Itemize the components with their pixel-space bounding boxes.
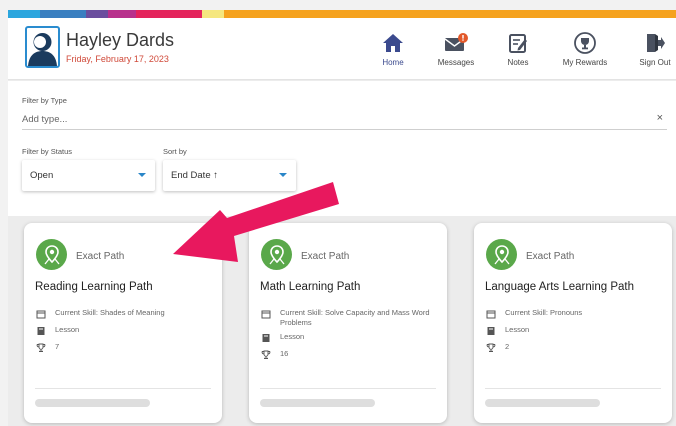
book-icon	[487, 326, 494, 335]
trophy-count-text: 7	[55, 342, 60, 351]
trophy-count: 2	[485, 342, 509, 353]
trophy-icon	[36, 343, 45, 352]
divider	[35, 388, 211, 389]
nav-notes[interactable]: Notes	[483, 28, 553, 67]
calendar-icon	[36, 310, 45, 318]
exact-path-icon	[36, 239, 67, 270]
current-skill: Current Skill: Pronouns	[485, 308, 660, 319]
app-window: Hayley Dards Friday, February 17, 2023 H…	[8, 10, 676, 426]
trophy-count: 16	[260, 349, 288, 360]
learning-path-card[interactable]: Exact Path Reading Learning Path Current…	[24, 223, 222, 423]
trophy-icon	[486, 343, 495, 352]
book-icon	[37, 326, 44, 335]
chevron-down-icon	[279, 173, 287, 177]
card-title[interactable]: Language Arts Learning Path	[485, 281, 634, 293]
color-stripe	[224, 10, 676, 18]
sign-out-icon	[647, 34, 665, 52]
nav-messages[interactable]: Messages	[421, 28, 491, 67]
trophy-icon	[261, 350, 270, 359]
status-select[interactable]: Open	[22, 160, 155, 191]
current-skill: Current Skill: Solve Capacity and Mass W…	[260, 308, 435, 328]
avatar[interactable]	[25, 26, 60, 68]
learning-path-card[interactable]: Exact Path Math Learning Path Current Sk…	[249, 223, 447, 423]
trophy-count: 7	[35, 342, 59, 353]
activity-type: Lesson	[485, 325, 529, 336]
color-stripe	[136, 10, 202, 18]
divider	[485, 388, 661, 389]
card-title[interactable]: Reading Learning Path	[35, 281, 153, 293]
sort-select[interactable]: End Date ↑	[163, 160, 296, 191]
nav-sign-out[interactable]: Sign Out	[620, 28, 676, 67]
rewards-icon	[574, 32, 596, 54]
nav-home-label: Home	[382, 58, 404, 67]
color-stripe	[40, 10, 86, 18]
divider	[260, 388, 436, 389]
nav-messages-label: Messages	[437, 58, 475, 67]
card-title[interactable]: Math Learning Path	[260, 281, 360, 293]
messages-icon	[444, 33, 468, 51]
status-select-value: Open	[30, 170, 54, 181]
color-stripe	[8, 10, 40, 18]
learning-path-card[interactable]: Exact Path Language Arts Learning Path C…	[474, 223, 672, 423]
nav-rewards-label: My Rewards	[562, 58, 608, 67]
nav-rewards[interactable]: My Rewards	[550, 28, 620, 67]
current-skill-text: Current Skill: Shades of Meaning	[55, 308, 165, 317]
filter-status-label: Filter by Status	[22, 147, 73, 156]
card-type-label: Exact Path	[76, 251, 125, 262]
nav-sign-out-label: Sign Out	[639, 58, 671, 67]
chevron-down-icon	[138, 173, 146, 177]
progress-bar	[35, 399, 150, 407]
filter-panel: Filter by Type Add type... × Filter by S…	[8, 81, 676, 216]
card-type-label: Exact Path	[526, 251, 575, 262]
color-stripe	[108, 10, 136, 18]
sort-select-value: End Date ↑	[171, 170, 218, 181]
book-icon	[262, 333, 269, 342]
activity-type-text: Lesson	[505, 325, 530, 334]
exact-path-icon	[261, 239, 292, 270]
calendar-icon	[261, 310, 270, 318]
home-icon	[383, 34, 403, 52]
type-filter-input[interactable]: Add type... ×	[22, 110, 667, 130]
clear-icon[interactable]: ×	[657, 112, 663, 124]
trophy-count-text: 16	[280, 349, 289, 358]
sort-label: Sort by	[163, 147, 187, 156]
color-stripe	[202, 10, 224, 18]
nav-home[interactable]: Home	[358, 28, 428, 67]
activity-type-text: Lesson	[55, 325, 80, 334]
type-filter-placeholder: Add type...	[22, 114, 68, 125]
brand-color-bar	[8, 10, 676, 18]
activity-type: Lesson	[35, 325, 79, 336]
current-skill-text: Current Skill: Solve Capacity and Mass W…	[280, 308, 430, 327]
activity-type-text: Lesson	[280, 332, 305, 341]
user-name: Hayley Dards	[66, 30, 175, 50]
current-skill: Current Skill: Shades of Meaning	[35, 308, 210, 319]
nav-notes-label: Notes	[507, 58, 529, 67]
calendar-icon	[486, 310, 495, 318]
current-skill-text: Current Skill: Pronouns	[505, 308, 583, 317]
notes-icon	[509, 34, 527, 53]
filter-type-label: Filter by Type	[22, 96, 67, 105]
progress-bar	[260, 399, 375, 407]
trophy-count-text: 2	[505, 342, 510, 351]
color-stripe	[86, 10, 108, 18]
header: Hayley Dards Friday, February 17, 2023 H…	[8, 18, 676, 80]
card-type-label: Exact Path	[301, 251, 350, 262]
activity-type: Lesson	[260, 332, 304, 343]
progress-bar	[485, 399, 600, 407]
exact-path-icon	[486, 239, 517, 270]
current-date: Friday, February 17, 2023	[66, 54, 169, 64]
